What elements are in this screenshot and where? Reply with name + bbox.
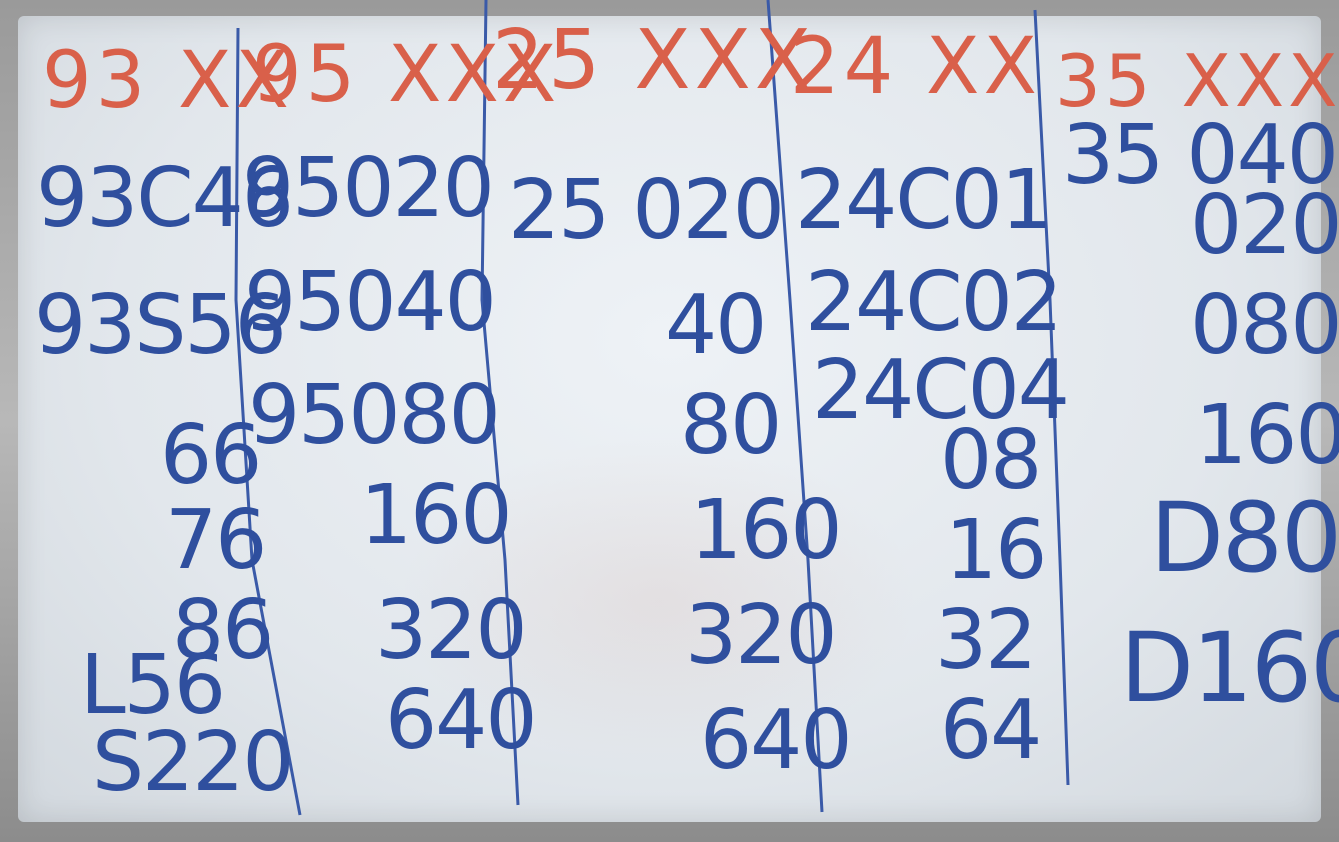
column-5-value-4: 160 (1195, 388, 1339, 483)
column-2-value-6: 640 (385, 673, 538, 768)
column-3-value-5: 320 (685, 588, 838, 683)
column-4-value-4: 08 (940, 413, 1042, 508)
column-3-value-1: 25 020 (508, 163, 785, 258)
column-3-value-2: 40 (665, 278, 767, 373)
column-5-value-5: D80 (1150, 482, 1339, 594)
column-4-value-1: 24C01 (795, 153, 1053, 248)
column-1-value-3: 66 (160, 408, 262, 503)
column-2-value-3: 95080 (248, 368, 501, 463)
column-5-header: 35 XXX (1055, 39, 1339, 123)
column-4-header: 24 XX (790, 22, 1041, 112)
column-5-value-3: 080 (1190, 278, 1339, 373)
column-2-value-4: 160 (360, 468, 513, 563)
column-3-value-3: 80 (680, 378, 782, 473)
column-1-value-4: 76 (165, 493, 267, 588)
column-5-value-6: D160 (1120, 612, 1339, 724)
column-3-value-6: 640 (700, 693, 853, 788)
column-4-value-2: 24C02 (805, 255, 1063, 350)
column-2-value-2: 95040 (244, 255, 497, 350)
column-4-value-7: 64 (940, 683, 1042, 778)
column-2-value-5: 320 (375, 583, 528, 678)
column-3-header: 25 XXX (492, 13, 815, 108)
column-4-value-6: 32 (935, 593, 1037, 688)
column-3-value-4: 160 (690, 483, 843, 578)
column-1-value-7: S220 (92, 715, 295, 810)
column-4-value-5: 16 (945, 503, 1047, 598)
column-5-value-2: 020 (1190, 178, 1339, 273)
column-2-value-1: 95020 (242, 141, 495, 236)
